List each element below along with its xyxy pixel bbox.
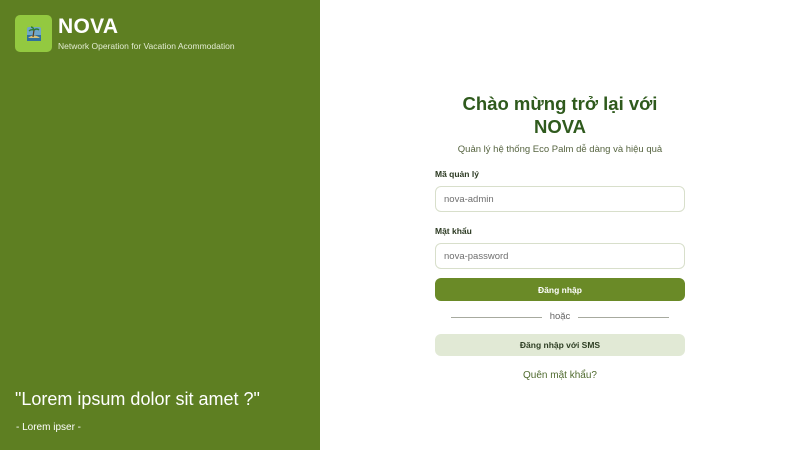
- password-label: Mật khẩu: [435, 226, 472, 236]
- or-divider: hoặc: [435, 311, 685, 323]
- quote-author: - Lorem ipser -: [16, 422, 82, 433]
- palm-island-icon: [26, 25, 41, 41]
- brand-panel: NOVA Network Operation for Vacation Acom…: [0, 0, 320, 450]
- brand-tagline: Network Operation for Vacation Acommodat…: [58, 40, 235, 51]
- quote-text: "Lorem ipsum dolor sit amet ?": [15, 389, 260, 409]
- login-form: Chào mừng trở lại với NOVA Quản lý hệ th…: [435, 92, 685, 382]
- username-label: Mã quản lý: [435, 169, 479, 179]
- brand-header: NOVA Network Operation for Vacation Acom…: [15, 15, 235, 52]
- login-subtitle: Quản lý hệ thống Eco Palm dễ dàng và hiệ…: [457, 144, 663, 155]
- sms-login-button[interactable]: Đăng nhập với SMS: [435, 334, 685, 356]
- forgot-password-link[interactable]: Quên mật khẩu?: [435, 369, 685, 382]
- divider-text: hoặc: [549, 311, 571, 322]
- brand-text: NOVA Network Operation for Vacation Acom…: [58, 14, 235, 52]
- brand-name: NOVA: [58, 14, 119, 38]
- divider-line-left: [451, 316, 542, 318]
- divider-line-right: [578, 316, 670, 318]
- logo: [15, 15, 52, 52]
- password-input[interactable]: [435, 243, 685, 269]
- username-input[interactable]: [435, 186, 685, 212]
- login-title: Chào mừng trở lại với NOVA: [462, 93, 658, 137]
- login-button[interactable]: Đăng nhập: [435, 278, 685, 301]
